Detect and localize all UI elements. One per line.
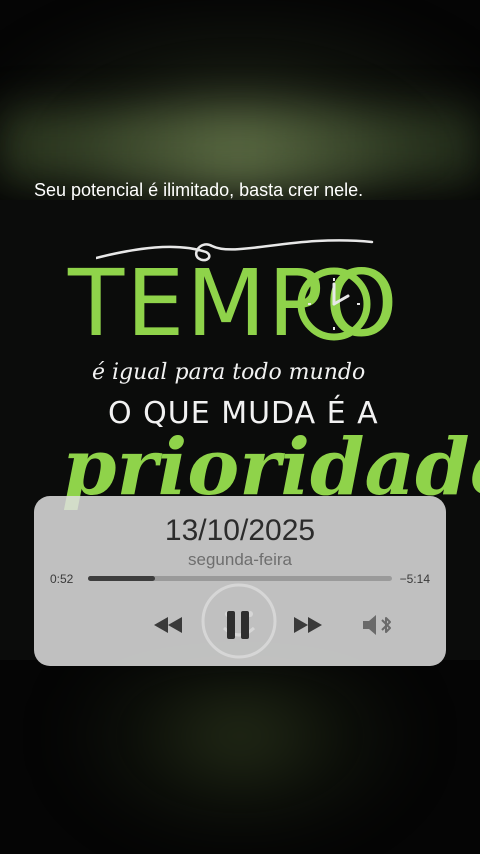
pause-icon <box>227 611 249 639</box>
pause-button[interactable] <box>218 606 258 644</box>
rewind-button[interactable] <box>148 610 188 640</box>
blurred-background-band <box>0 110 480 180</box>
speaker-bluetooth-icon <box>363 615 391 635</box>
progress-scrubber[interactable] <box>88 576 392 581</box>
media-player-widget: 13/10/2025 segunda-feira 0:52 −5:14 <box>34 496 446 666</box>
lock-screen: Seu potencial é ilimitado, basta crer ne… <box>0 0 480 854</box>
weekday-text: segunda-feira <box>188 550 292 569</box>
fast-forward-button[interactable] <box>288 610 328 640</box>
audio-output-button[interactable] <box>358 610 398 640</box>
artwork-line-1: é igual para todo mundo <box>92 360 366 385</box>
remaining-time: −5:14 <box>399 572 430 586</box>
progress-fill <box>88 576 155 581</box>
elapsed-time: 0:52 <box>50 572 74 586</box>
clock-icon <box>297 267 371 341</box>
blurred-background-bottom <box>60 660 420 850</box>
fast-forward-icon <box>294 617 322 633</box>
caption-text: Seu potencial é ilimitado, basta crer ne… <box>34 180 364 200</box>
date-text: 13/10/2025 <box>164 514 316 547</box>
rewind-icon <box>154 617 182 633</box>
